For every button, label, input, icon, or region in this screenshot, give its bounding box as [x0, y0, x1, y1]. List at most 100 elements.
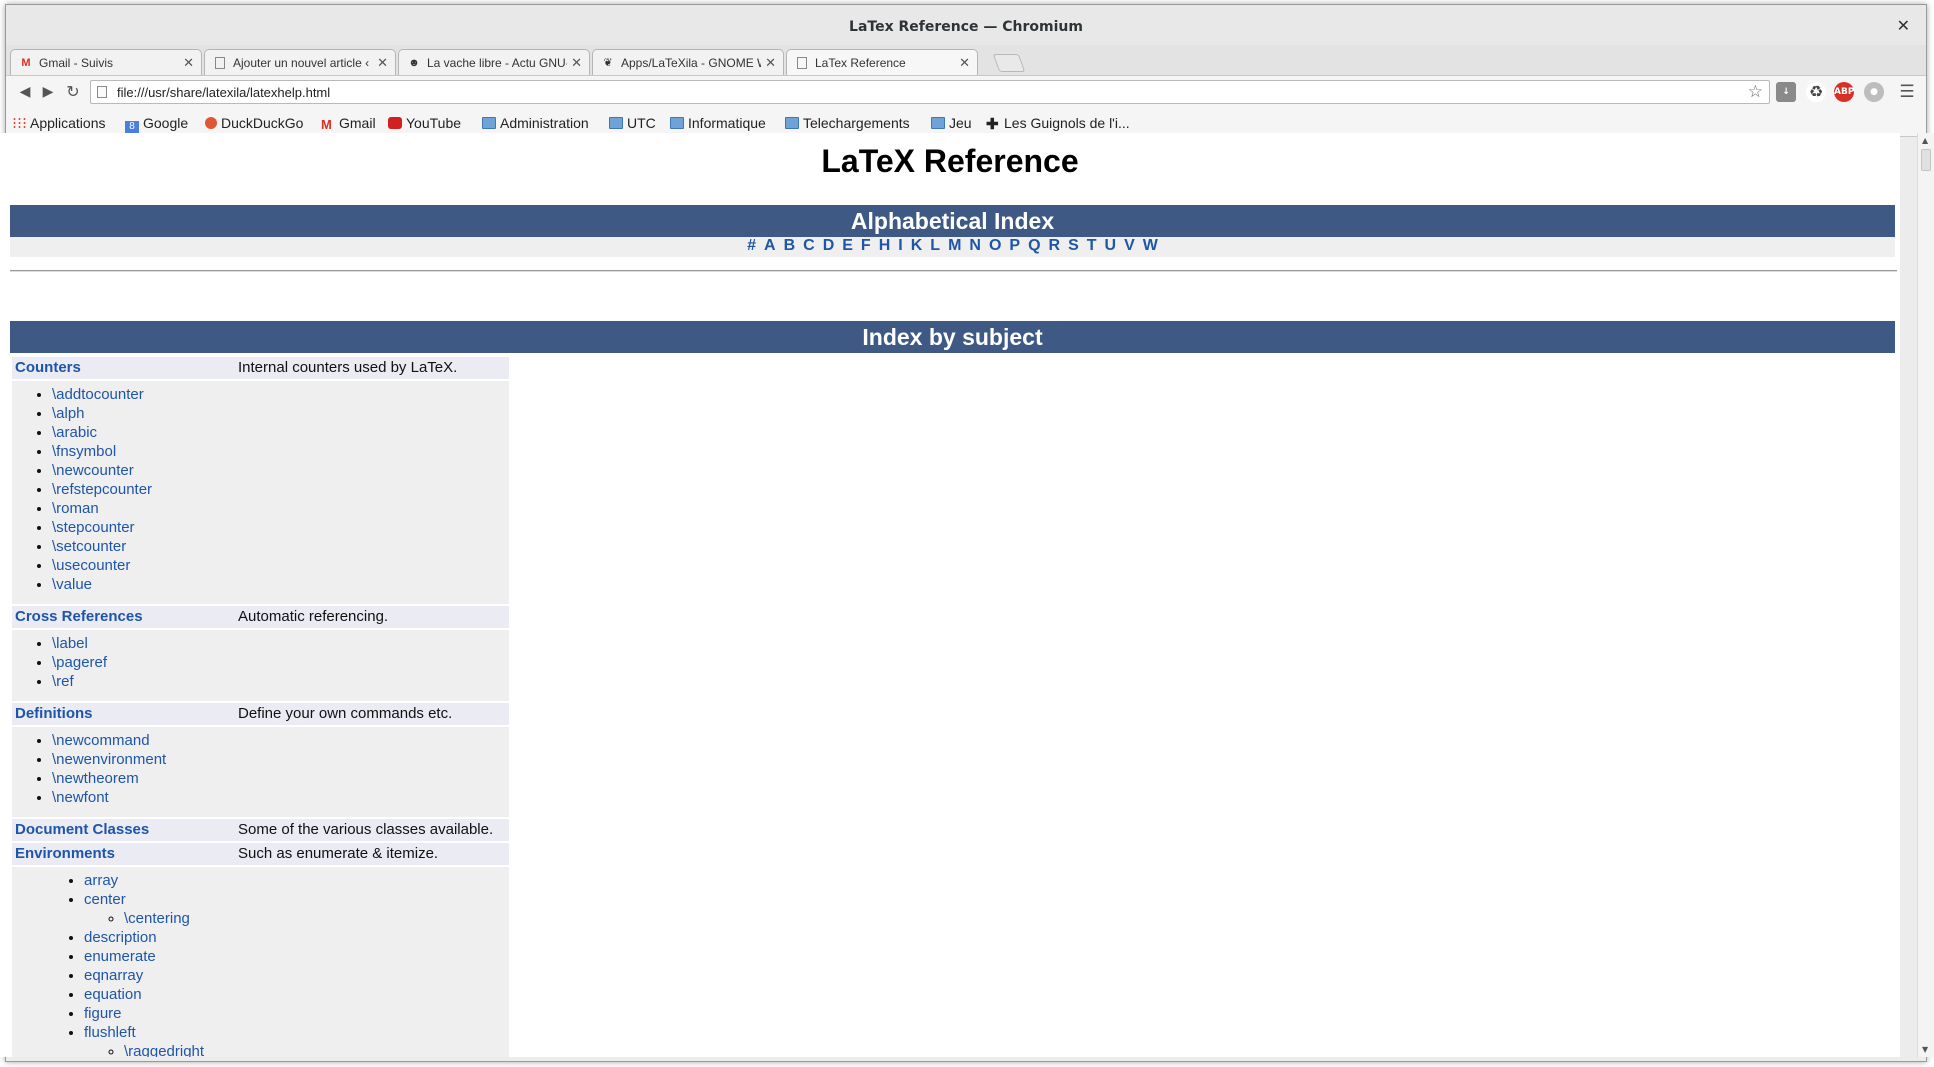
subject-link[interactable]: Counters — [15, 359, 81, 376]
url-input[interactable] — [117, 83, 1717, 101]
command-link[interactable]: \label — [52, 635, 88, 652]
tab-gmail[interactable]: M Gmail - Suivis ✕ — [10, 49, 202, 75]
vertical-scrollbar[interactable]: ▲ ▼ — [1917, 133, 1934, 1057]
subject-link[interactable]: Document Classes — [15, 821, 149, 838]
alpha-index-link[interactable]: H — [879, 237, 891, 254]
bookmark-folder-utc[interactable]: UTC — [609, 115, 656, 133]
alpha-index-link[interactable]: Q — [1028, 237, 1040, 254]
tab-close-icon[interactable]: ✕ — [571, 55, 582, 71]
scroll-up-icon[interactable]: ▲ — [1922, 136, 1928, 145]
command-link[interactable]: \alph — [52, 405, 85, 422]
command-link[interactable]: figure — [84, 1005, 122, 1022]
command-link[interactable]: \newcommand — [52, 732, 150, 749]
alpha-index-link[interactable]: U — [1105, 237, 1117, 254]
list-item: \pageref — [52, 653, 234, 672]
youtube-icon — [388, 117, 402, 129]
command-link[interactable]: \newfont — [52, 789, 109, 806]
alpha-index-link[interactable]: V — [1124, 237, 1135, 254]
alpha-index-link[interactable]: W — [1143, 237, 1158, 254]
bookmark-gmail[interactable]: M Gmail — [321, 115, 376, 133]
alpha-index-link[interactable]: N — [969, 237, 981, 254]
command-link[interactable]: \roman — [52, 500, 99, 517]
bookmark-folder-jeu[interactable]: Jeu — [931, 115, 972, 133]
command-link[interactable]: \refstepcounter — [52, 481, 152, 498]
subject-link[interactable]: Environments — [15, 845, 115, 862]
alpha-index-link[interactable]: S — [1068, 237, 1079, 254]
alpha-index-link[interactable]: T — [1087, 237, 1097, 254]
bookmark-youtube[interactable]: YouTube — [388, 115, 461, 133]
command-link[interactable]: \setcounter — [52, 538, 126, 555]
command-link[interactable]: equation — [84, 986, 142, 1003]
command-link[interactable]: \centering — [124, 910, 190, 927]
command-link[interactable]: enumerate — [84, 948, 156, 965]
subject-items-cell: array center \centering description enumerat… — [12, 867, 234, 1057]
command-link[interactable]: \newcounter — [52, 462, 134, 479]
command-link[interactable]: \arabic — [52, 424, 97, 441]
command-link[interactable]: \stepcounter — [52, 519, 135, 536]
bookmark-duckduckgo[interactable]: DuckDuckGo — [205, 115, 303, 133]
command-link[interactable]: \pageref — [52, 654, 107, 671]
alpha-index-link[interactable]: B — [784, 237, 796, 254]
bookmark-applications[interactable]: Applications — [12, 115, 106, 133]
alpha-index-link[interactable]: I — [898, 237, 902, 254]
command-link[interactable]: \raggedright — [124, 1043, 204, 1057]
recycle-extension-icon[interactable]: ♻ — [1806, 82, 1826, 102]
alpha-index-link[interactable]: M — [948, 237, 961, 254]
command-link[interactable]: \newenvironment — [52, 751, 166, 768]
scroll-down-icon[interactable]: ▼ — [1922, 1045, 1928, 1054]
forward-icon[interactable]: ▶ — [37, 81, 59, 103]
alpha-index-link[interactable]: # — [747, 237, 756, 254]
adblock-icon[interactable]: ABP — [1834, 82, 1854, 102]
command-link[interactable]: \fnsymbol — [52, 443, 116, 460]
reload-icon[interactable]: ↻ — [62, 81, 84, 103]
list-item: \stepcounter — [52, 518, 234, 537]
tab-wordpress[interactable]: Ajouter un nouvel article ‹ L ✕ — [204, 49, 396, 75]
command-link[interactable]: flushleft — [84, 1024, 136, 1041]
tab-gnome-wiki[interactable]: ❦ Apps/LaTeXila - GNOME W ✕ — [592, 49, 784, 75]
command-link[interactable]: \newtheorem — [52, 770, 139, 787]
alpha-index-link[interactable]: P — [1009, 237, 1020, 254]
scroll-thumb[interactable] — [1921, 149, 1931, 171]
bookmark-star-icon[interactable]: ☆ — [1748, 82, 1763, 102]
command-link[interactable]: eqnarray — [84, 967, 143, 984]
alpha-index-link[interactable]: L — [930, 237, 940, 254]
close-window-icon[interactable]: ✕ — [1897, 16, 1910, 35]
bookmark-google[interactable]: 8 Google — [125, 115, 188, 133]
alpha-index-link[interactable]: D — [823, 237, 835, 254]
command-link[interactable]: \addtocounter — [52, 386, 144, 403]
tab-close-icon[interactable]: ✕ — [183, 55, 194, 71]
alpha-index-link[interactable]: F — [861, 237, 871, 254]
alpha-index-link[interactable]: R — [1049, 237, 1061, 254]
subject-link[interactable]: Definitions — [15, 705, 93, 722]
command-link[interactable]: \ref — [52, 673, 74, 690]
alpha-index-link[interactable]: A — [764, 237, 776, 254]
tab-close-icon[interactable]: ✕ — [765, 55, 776, 71]
extension-icon[interactable]: ● — [1864, 82, 1884, 102]
subject-name-cell: Cross References — [12, 606, 234, 628]
command-link[interactable]: \usecounter — [52, 557, 130, 574]
command-link[interactable]: array — [84, 872, 118, 889]
back-icon[interactable]: ◀ — [14, 81, 36, 103]
bookmark-folder-telechargements[interactable]: Telechargements — [785, 115, 910, 133]
download-extension-icon[interactable]: ↓ — [1776, 82, 1796, 102]
new-tab-button[interactable] — [992, 54, 1026, 72]
plus-icon: ✚ — [986, 116, 999, 133]
tab-vache-libre[interactable]: ☻ La vache libre - Actu GNU- ✕ — [398, 49, 590, 75]
tab-close-icon[interactable]: ✕ — [377, 55, 388, 71]
command-link[interactable]: center — [84, 891, 126, 908]
menu-icon[interactable]: ☰ — [1896, 81, 1918, 103]
alpha-index-link[interactable]: K — [911, 237, 923, 254]
command-link[interactable]: description — [84, 929, 157, 946]
alpha-index-link[interactable]: O — [989, 237, 1001, 254]
bookmark-guignols[interactable]: ✚ Les Guignols de l'i... — [986, 115, 1130, 133]
command-list: \label \pageref \ref — [12, 634, 234, 691]
tab-latex-reference[interactable]: LaTex Reference ✕ — [786, 49, 978, 76]
tab-close-icon[interactable]: ✕ — [959, 55, 970, 71]
subject-link[interactable]: Cross References — [15, 608, 143, 625]
alpha-index-link[interactable]: E — [842, 237, 853, 254]
command-link[interactable]: \value — [52, 576, 92, 593]
bookmark-folder-informatique[interactable]: Informatique — [670, 115, 766, 133]
address-bar[interactable]: ☆ — [90, 80, 1770, 104]
bookmark-folder-administration[interactable]: Administration — [482, 115, 589, 133]
alpha-index-link[interactable]: C — [803, 237, 815, 254]
